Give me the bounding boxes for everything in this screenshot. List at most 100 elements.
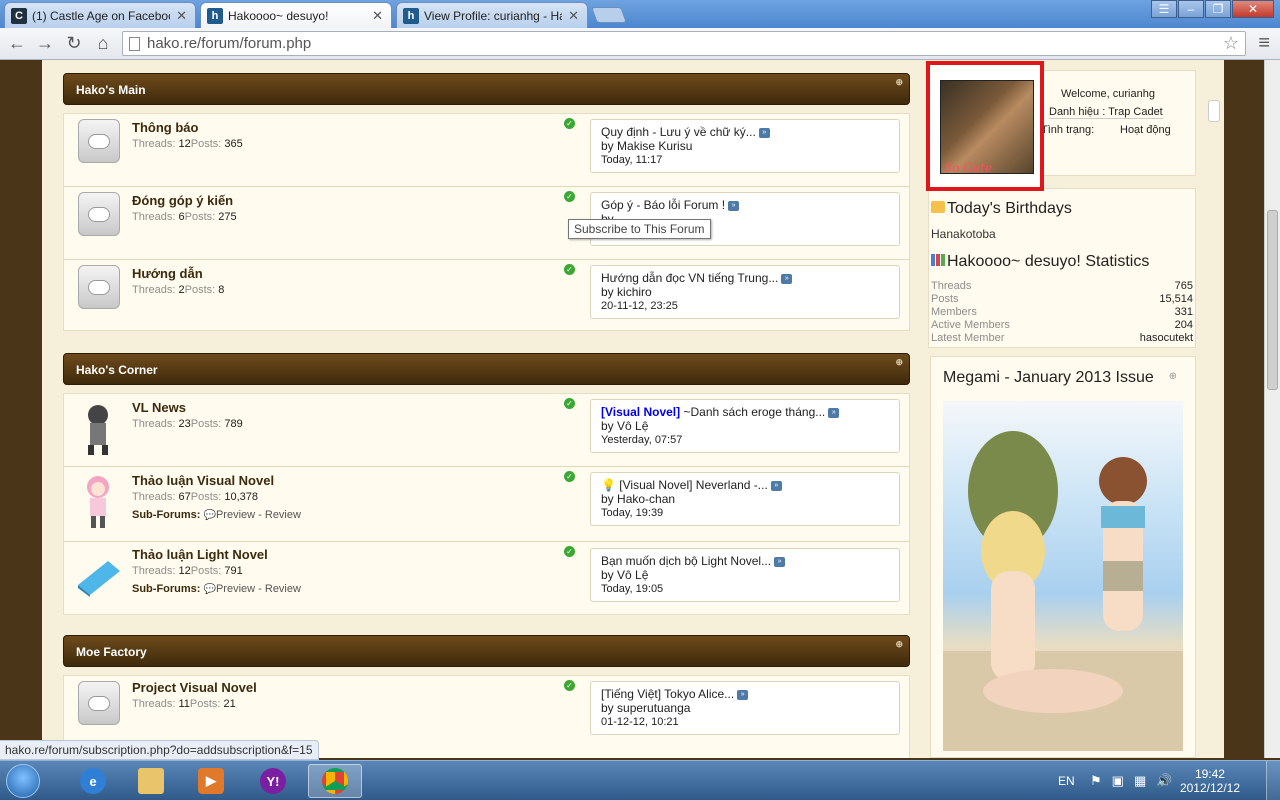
birthday-user[interactable]: Hanakotoba <box>931 228 1195 241</box>
collapse-icon[interactable]: ⊕ <box>895 356 903 368</box>
last-post-author[interactable]: Vô Lệ <box>617 568 648 582</box>
home-icon[interactable]: ⌂ <box>92 32 114 54</box>
subscribe-check-icon[interactable]: ✓ <box>564 191 575 202</box>
go-to-post-icon[interactable]: » <box>758 127 770 138</box>
page-icon <box>129 37 140 51</box>
subscribe-check-icon[interactable]: ✓ <box>564 471 575 482</box>
language-indicator[interactable]: EN <box>1058 761 1075 800</box>
taskbar-explorer[interactable] <box>124 764 178 798</box>
close-window-button[interactable]: ✕ <box>1232 0 1274 18</box>
last-post-title[interactable]: Hướng dẫn đọc VN tiếng Trung... <box>601 271 778 285</box>
taskbar-chrome[interactable] <box>308 764 362 798</box>
avatar-photo <box>940 80 1034 174</box>
collapse-icon[interactable]: ⊕ <box>895 638 903 650</box>
category-header[interactable]: Hako's Main ⊕ <box>63 73 910 105</box>
profile-icon[interactable]: ☰ <box>1151 0 1177 18</box>
collapse-icon[interactable]: ⊕ <box>1169 371 1177 382</box>
megami-cover-image[interactable] <box>943 401 1183 751</box>
last-post-author[interactable]: kichiro <box>617 285 652 299</box>
minimize-button[interactable]: – <box>1178 0 1204 18</box>
action-center-icon[interactable]: ⚑ <box>1090 773 1102 789</box>
volume-icon[interactable]: 🔊 <box>1156 773 1172 789</box>
go-to-post-icon[interactable]: » <box>774 556 786 567</box>
go-to-post-icon[interactable]: » <box>781 273 793 284</box>
last-post-title[interactable]: Bạn muốn dịch bộ Light Novel... <box>601 554 771 568</box>
tab-close-icon[interactable]: ✕ <box>176 8 187 24</box>
tab-view-profile[interactable]: h View Profile: curianhg - Hakoooo~ desu… <box>396 2 588 28</box>
go-to-post-icon[interactable]: » <box>728 200 740 211</box>
tab-castle-age[interactable]: C (1) Castle Age on Facebook ✕ <box>4 2 196 28</box>
forward-arrow-icon[interactable]: → <box>34 32 56 54</box>
subscribe-check-icon[interactable]: ✓ <box>564 546 575 557</box>
clock[interactable]: 19:42 2012/12/12 <box>1180 767 1240 795</box>
category-header[interactable]: Moe Factory ⊕ <box>63 635 910 667</box>
last-post-title[interactable]: Góp ý - Báo lỗi Forum ! <box>601 198 725 212</box>
maximize-button[interactable]: ❐ <box>1205 0 1231 18</box>
forum-stats: Threads: 6Posts: 275 <box>132 211 237 223</box>
last-post-date: 01-12-12, 10:21 <box>601 716 679 728</box>
subforum-link[interactable]: Preview <box>216 509 255 521</box>
megami-box: Megami - January 2013 Issue ⊕ <box>930 356 1196 758</box>
tab-close-icon[interactable]: ✕ <box>568 8 579 24</box>
forum-title[interactable]: Project Visual Novel <box>132 680 257 695</box>
category-header[interactable]: Hako's Corner ⊕ <box>63 353 910 385</box>
go-to-post-icon[interactable]: » <box>770 480 782 491</box>
tab-hako-forum[interactable]: h Hakoooo~ desuyo! ✕ <box>200 2 392 28</box>
last-post-title[interactable]: Quy định - Lưu ý về chữ ký... <box>601 125 756 139</box>
sidebar-toggle[interactable] <box>1208 100 1220 122</box>
taskbar-ie[interactable]: e <box>66 764 120 798</box>
forum-title[interactable]: Hướng dẫn <box>132 266 203 281</box>
device-icon[interactable]: ▣ <box>1112 773 1124 789</box>
subscribe-check-icon[interactable]: ✓ <box>564 118 575 129</box>
address-bar[interactable]: hako.re/forum/forum.php ☆ <box>122 31 1246 56</box>
thread-prefix[interactable]: [Visual Novel] <box>601 405 680 419</box>
birthdays-heading: Today's Birthdays <box>931 200 1072 218</box>
forum-title[interactable]: Đóng góp ý kiến <box>132 193 233 208</box>
show-desktop-button[interactable] <box>1266 761 1280 800</box>
avatar[interactable]: So Cute <box>926 61 1044 191</box>
reload-icon[interactable]: ↻ <box>63 32 85 54</box>
url-text: hako.re/forum/forum.php <box>147 35 312 52</box>
forum-stats: Threads: 67Posts: 10,378 <box>132 491 259 503</box>
subforum-link[interactable]: Review <box>265 509 301 521</box>
forum-title[interactable]: VL News <box>132 400 186 415</box>
page-scrollbar[interactable] <box>1264 60 1280 758</box>
forum-row: Hướng dẫn Threads: 2Posts: 8 ✓ Hướng dẫn… <box>64 260 909 332</box>
last-post-author[interactable]: Hako-chan <box>617 492 675 506</box>
subscribe-check-icon[interactable]: ✓ <box>564 680 575 691</box>
subscribe-check-icon[interactable]: ✓ <box>564 264 575 275</box>
taskbar-media-player[interactable]: ▶ <box>184 764 238 798</box>
new-tab-button[interactable] <box>591 7 627 23</box>
last-post-box: 💡 [Visual Novel] Neverland -...» by Hako… <box>590 472 900 526</box>
taskbar-yahoo[interactable]: Y! <box>246 764 300 798</box>
last-post-author[interactable]: superutuanga <box>617 701 690 715</box>
welcome-text[interactable]: Welcome, curianhg <box>1061 88 1155 100</box>
subforum-link[interactable]: Preview <box>216 583 255 595</box>
scrollbar-thumb[interactable] <box>1267 210 1278 390</box>
forum-title[interactable]: Thảo luận Light Novel <box>132 547 268 562</box>
last-post-title[interactable]: ~Danh sách eroge tháng... <box>683 405 825 419</box>
go-to-post-icon[interactable]: » <box>737 689 749 700</box>
last-post-date: Today, 19:05 <box>601 583 664 595</box>
forum-status-icon <box>78 192 120 236</box>
last-post-title[interactable]: [Tiếng Việt] Tokyo Alice... <box>601 687 734 701</box>
last-post-author[interactable]: Vô Lệ <box>617 419 648 433</box>
bookmark-star-icon[interactable]: ☆ <box>1223 33 1239 54</box>
category-hakos-main: Hako's Main ⊕ Thông báo Threads: 12Posts… <box>63 73 910 331</box>
windows-start-icon[interactable] <box>6 764 40 798</box>
subscribe-check-icon[interactable]: ✓ <box>564 398 575 409</box>
go-to-post-icon[interactable]: » <box>828 407 840 418</box>
subforum-link[interactable]: Review <box>265 583 301 595</box>
forum-character-icon <box>74 473 122 531</box>
back-arrow-icon[interactable]: ← <box>6 32 28 54</box>
collapse-icon[interactable]: ⊕ <box>895 76 903 88</box>
last-post-title[interactable]: [Visual Novel] Neverland -... <box>619 478 768 492</box>
statistics-box: Today's Birthdays Hanakotoba Hakoooo~ de… <box>928 188 1196 348</box>
forum-title[interactable]: Thông báo <box>132 120 198 135</box>
last-post-author[interactable]: Makise Kurisu <box>617 139 692 153</box>
network-icon[interactable]: ▦ <box>1134 773 1146 789</box>
forum-title[interactable]: Thảo luận Visual Novel <box>132 473 274 488</box>
hako-favicon-icon: h <box>403 7 419 24</box>
tab-close-icon[interactable]: ✕ <box>372 8 383 24</box>
chrome-menu-icon[interactable]: ≡ <box>1258 32 1270 55</box>
